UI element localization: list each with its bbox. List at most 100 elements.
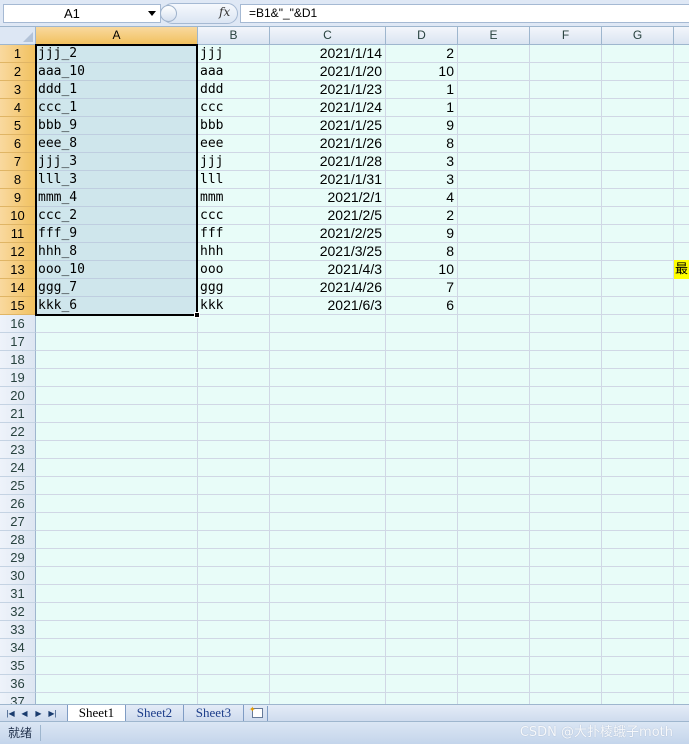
cell-d7[interactable]: 3 [386, 153, 457, 170]
cell-c2[interactable]: 2021/1/20 [270, 63, 385, 80]
next-sheet-icon[interactable]: ▶ [32, 708, 45, 719]
tab-sheet3[interactable]: Sheet3 [184, 705, 244, 721]
row-header[interactable]: 19 [0, 369, 36, 387]
row-header[interactable]: 25 [0, 477, 36, 495]
prev-sheet-icon[interactable]: ◀ [18, 708, 31, 719]
cell-b10[interactable]: ccc [198, 207, 269, 224]
cell-b15[interactable]: kkk [198, 297, 269, 314]
row-header[interactable]: 21 [0, 405, 36, 423]
row-header[interactable]: 24 [0, 459, 36, 477]
row-header[interactable]: 31 [0, 585, 36, 603]
cell-c3[interactable]: 2021/1/23 [270, 81, 385, 98]
row-header[interactable]: 11 [0, 225, 36, 243]
column-header-e[interactable]: E [458, 27, 530, 45]
cell-d8[interactable]: 3 [386, 171, 457, 188]
cell-c12[interactable]: 2021/3/25 [270, 243, 385, 260]
row-header[interactable]: 37 [0, 693, 36, 704]
cell-d12[interactable]: 8 [386, 243, 457, 260]
cell-b12[interactable]: hhh [198, 243, 269, 260]
row-header[interactable]: 29 [0, 549, 36, 567]
cell-c5[interactable]: 2021/1/25 [270, 117, 385, 134]
row-header[interactable]: 22 [0, 423, 36, 441]
formula-input[interactable]: =B1&"_"&D1 [240, 4, 689, 23]
tab-sheet1[interactable]: Sheet1 [67, 705, 126, 721]
row-header[interactable]: 1 [0, 45, 36, 63]
row-header[interactable]: 27 [0, 513, 36, 531]
column-header-g[interactable]: G [602, 27, 674, 45]
cell-c6[interactable]: 2021/1/26 [270, 135, 385, 152]
insert-sheet-button[interactable]: ✦ [246, 706, 268, 721]
column-header-d[interactable]: D [386, 27, 458, 45]
cell-c10[interactable]: 2021/2/5 [270, 207, 385, 224]
cell-d6[interactable]: 8 [386, 135, 457, 152]
row-header[interactable]: 16 [0, 315, 36, 333]
row-header[interactable]: 32 [0, 603, 36, 621]
row-header[interactable]: 26 [0, 495, 36, 513]
cell-b9[interactable]: mmm [198, 189, 269, 206]
cell-d13[interactable]: 10 [386, 261, 457, 278]
row-header[interactable]: 7 [0, 153, 36, 171]
cell-d9[interactable]: 4 [386, 189, 457, 206]
cell-d5[interactable]: 9 [386, 117, 457, 134]
cell-d14[interactable]: 7 [386, 279, 457, 296]
resize-knob-icon[interactable] [160, 5, 177, 22]
cell-b14[interactable]: ggg [198, 279, 269, 296]
cell-b8[interactable]: lll [198, 171, 269, 188]
row-header[interactable]: 6 [0, 135, 36, 153]
chevron-down-icon[interactable] [148, 11, 156, 16]
cell-c14[interactable]: 2021/4/26 [270, 279, 385, 296]
row-header[interactable]: 18 [0, 351, 36, 369]
cell-b6[interactable]: eee [198, 135, 269, 152]
cell-b13[interactable]: ooo [198, 261, 269, 278]
column-header-c[interactable]: C [270, 27, 386, 45]
cell-d3[interactable]: 1 [386, 81, 457, 98]
cell-c15[interactable]: 2021/6/3 [270, 297, 385, 314]
row-header[interactable]: 30 [0, 567, 36, 585]
row-header[interactable]: 28 [0, 531, 36, 549]
fill-handle[interactable] [194, 312, 200, 318]
column-header-a[interactable]: A [36, 27, 198, 45]
name-box[interactable]: A1 [3, 4, 161, 23]
cell-b5[interactable]: bbb [198, 117, 269, 134]
cell-c7[interactable]: 2021/1/28 [270, 153, 385, 170]
cell-d10[interactable]: 2 [386, 207, 457, 224]
cell-b1[interactable]: jjj [198, 45, 269, 62]
row-header[interactable]: 35 [0, 657, 36, 675]
row-header[interactable]: 5 [0, 117, 36, 135]
column-header-b[interactable]: B [198, 27, 270, 45]
row-header[interactable]: 9 [0, 189, 36, 207]
row-header[interactable]: 15 [0, 297, 36, 315]
column-header-partial[interactable] [674, 27, 689, 45]
column-header-f[interactable]: F [530, 27, 602, 45]
row-header[interactable]: 10 [0, 207, 36, 225]
row-header[interactable]: 3 [0, 81, 36, 99]
cell-d4[interactable]: 1 [386, 99, 457, 116]
tab-sheet2[interactable]: Sheet2 [126, 705, 184, 721]
row-header[interactable]: 4 [0, 99, 36, 117]
cell-b11[interactable]: fff [198, 225, 269, 242]
row-header[interactable]: 2 [0, 63, 36, 81]
cell-d1[interactable]: 2 [386, 45, 457, 62]
cell-b3[interactable]: ddd [198, 81, 269, 98]
cell-c1[interactable]: 2021/1/14 [270, 45, 385, 62]
cell-c8[interactable]: 2021/1/31 [270, 171, 385, 188]
row-header[interactable]: 8 [0, 171, 36, 189]
cell-d2[interactable]: 10 [386, 63, 457, 80]
row-header[interactable]: 34 [0, 639, 36, 657]
row-header[interactable]: 12 [0, 243, 36, 261]
cell-d15[interactable]: 6 [386, 297, 457, 314]
cell-b7[interactable]: jjj [198, 153, 269, 170]
select-all-button[interactable] [0, 27, 36, 45]
cell-b4[interactable]: ccc [198, 99, 269, 116]
row-header[interactable]: 33 [0, 621, 36, 639]
cell-d11[interactable]: 9 [386, 225, 457, 242]
first-sheet-icon[interactable]: |◀ [4, 708, 17, 719]
row-header[interactable]: 17 [0, 333, 36, 351]
cell-c13[interactable]: 2021/4/3 [270, 261, 385, 278]
row-header[interactable]: 36 [0, 675, 36, 693]
row-header[interactable]: 20 [0, 387, 36, 405]
cell-c4[interactable]: 2021/1/24 [270, 99, 385, 116]
row-header[interactable]: 14 [0, 279, 36, 297]
cell-c11[interactable]: 2021/2/25 [270, 225, 385, 242]
row-header[interactable]: 23 [0, 441, 36, 459]
